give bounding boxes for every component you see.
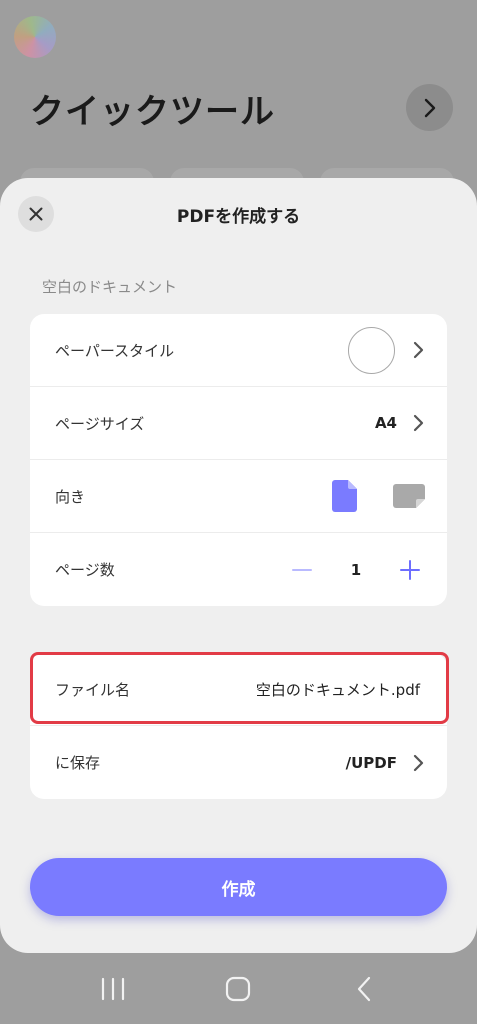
- file-name-value: 空白のドキュメント.pdf: [255, 680, 420, 699]
- minus-icon: [292, 568, 312, 571]
- section-label: 空白のドキュメント: [42, 278, 178, 296]
- page-count-stepper: 1: [287, 555, 425, 585]
- next-button[interactable]: [406, 84, 453, 131]
- save-location-row[interactable]: に保存 /UPDF: [30, 726, 447, 799]
- back-button[interactable]: [344, 969, 384, 1009]
- recent-apps-button[interactable]: [93, 969, 133, 1009]
- sheet-title: PDFを作成する: [176, 207, 301, 227]
- settings-group: ペーパースタイル ページサイズ A4 向き ページ数 1: [30, 314, 447, 606]
- file-group: ファイル名 空白のドキュメント.pdf に保存 /UPDF: [30, 653, 447, 799]
- page-count-row: ページ数 1: [30, 533, 447, 606]
- paper-style-label: ペーパースタイル: [55, 341, 175, 360]
- page-count-value: 1: [350, 560, 362, 579]
- save-location-label: に保存: [55, 754, 101, 772]
- back-icon: [358, 976, 371, 1001]
- page-size-row[interactable]: ページサイズ A4: [30, 387, 447, 460]
- chevron-right-icon: [424, 98, 435, 117]
- paper-style-swatch: [348, 326, 395, 374]
- orientation-label: 向き: [55, 487, 86, 506]
- home-icon: [226, 976, 251, 1001]
- file-name-row[interactable]: ファイル名 空白のドキュメント.pdf: [30, 653, 447, 726]
- orientation-row: 向き: [30, 460, 447, 533]
- increment-button[interactable]: [395, 555, 425, 585]
- recent-apps-icon: [101, 977, 124, 1000]
- portrait-page-icon[interactable]: [332, 480, 357, 512]
- page-count-label: ページ数: [55, 561, 115, 579]
- page-title: クイックツール: [30, 92, 275, 132]
- create-button[interactable]: 作成: [30, 858, 447, 916]
- system-nav-bar: [0, 953, 477, 1024]
- page-size-value: A4: [374, 414, 397, 432]
- paper-style-row[interactable]: ペーパースタイル: [30, 314, 447, 387]
- chevron-right-icon: [413, 414, 425, 432]
- file-name-label: ファイル名: [55, 680, 131, 699]
- save-location-value: /UPDF: [345, 753, 397, 772]
- home-button[interactable]: [218, 969, 258, 1009]
- chevron-right-icon: [413, 754, 425, 772]
- page-size-label: ページサイズ: [55, 414, 145, 433]
- plus-icon: [400, 559, 420, 580]
- chevron-right-icon: [413, 341, 425, 359]
- create-pdf-sheet: PDFを作成する 空白のドキュメント ペーパースタイル ページサイズ A4 向き: [0, 178, 477, 953]
- decrement-button[interactable]: [287, 555, 317, 585]
- avatar[interactable]: [14, 16, 56, 58]
- landscape-page-icon[interactable]: [393, 484, 425, 508]
